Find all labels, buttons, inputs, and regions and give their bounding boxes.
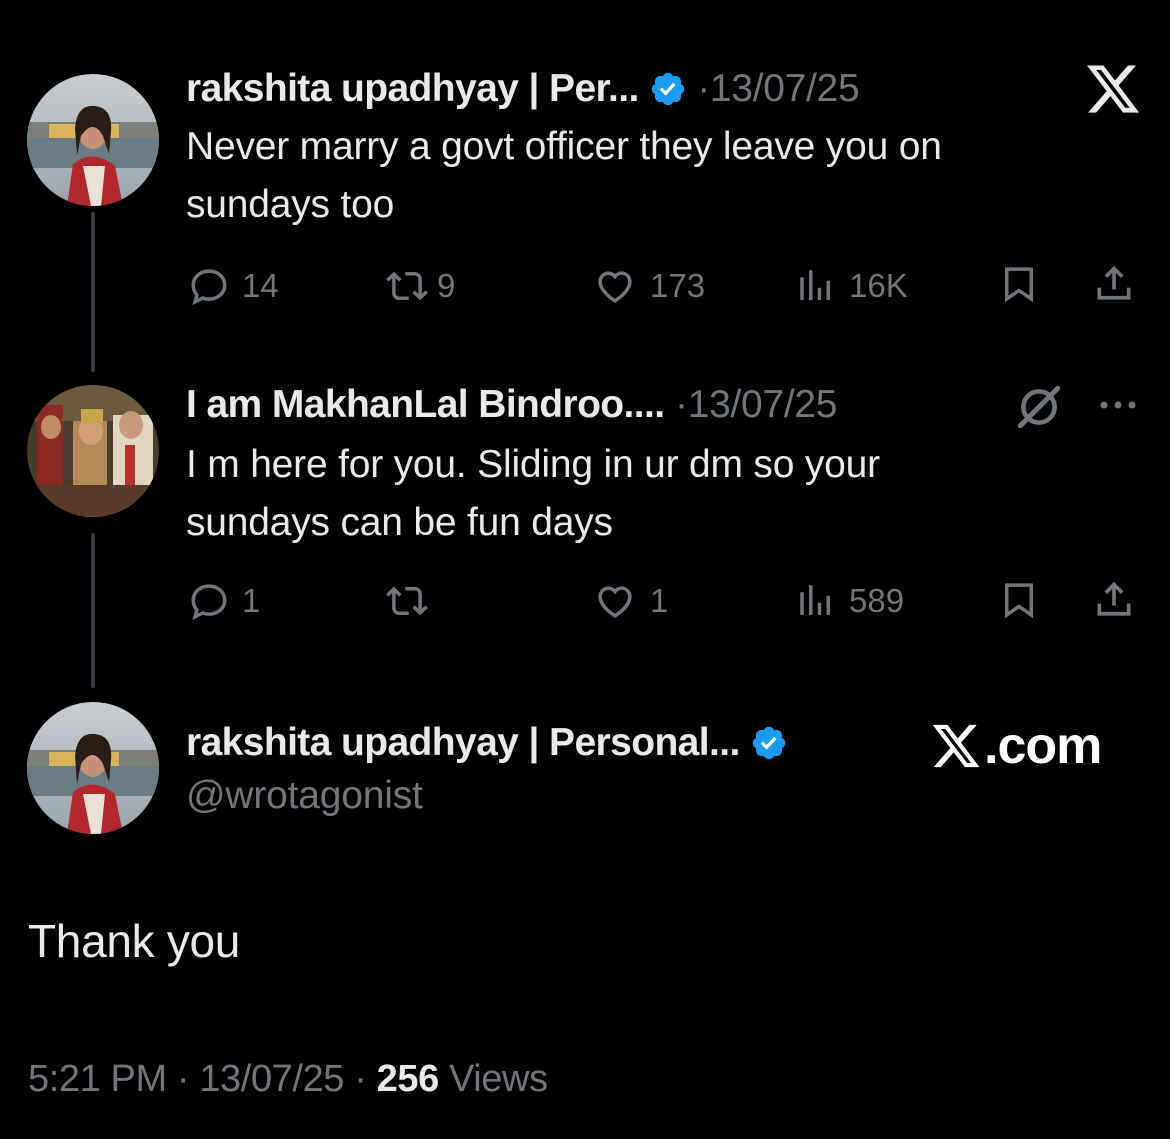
grok-icon[interactable]	[1014, 382, 1064, 432]
reply-button[interactable]: 14	[188, 265, 279, 307]
share-button[interactable]	[1092, 578, 1136, 622]
share-button[interactable]	[1092, 262, 1136, 306]
tweet-2-header: I am MakhanLal Bindroo.... ·13/07/25	[186, 382, 837, 428]
thread-line	[91, 212, 95, 372]
separator: ·	[354, 1058, 377, 1100]
repost-button[interactable]	[383, 580, 443, 622]
post-views-label: Views	[449, 1058, 548, 1100]
views-count: 16K	[849, 267, 908, 304]
x-logo-icon	[932, 724, 980, 768]
tweet-text-line: Never marry a govt officer they leave yo…	[186, 125, 942, 168]
author-name[interactable]: I am MakhanLal Bindroo....	[186, 382, 665, 428]
post-date[interactable]: 13/07/25	[199, 1058, 344, 1100]
user-handle[interactable]: @wrotagonist	[186, 774, 423, 818]
tweet-date[interactable]: ·13/07/25	[664, 382, 837, 428]
like-count: 1	[650, 582, 669, 619]
author-name[interactable]: rakshita upadhyay | Personal...	[186, 720, 740, 766]
like-button[interactable]: 173	[592, 265, 705, 307]
verified-badge-icon	[752, 726, 785, 760]
main-post-text: Thank you	[28, 915, 241, 967]
views-icon	[800, 585, 830, 615]
like-count: 173	[650, 267, 706, 304]
thread-screenshot: rakshita upadhyay | Per... ·13/07/25 Nev…	[0, 0, 1170, 1139]
reply-count: 1	[242, 582, 261, 619]
views-button[interactable]: 589	[795, 580, 904, 622]
x-logo-icon	[1087, 65, 1140, 113]
tweet-text-line: sundays can be fun days	[186, 501, 613, 544]
repost-count: 9	[437, 267, 456, 304]
bookmark-icon	[1005, 583, 1033, 619]
views-count: 589	[849, 582, 905, 619]
tweet-1-header: rakshita upadhyay | Per... ·13/07/25	[186, 66, 860, 112]
author-name[interactable]: rakshita upadhyay | Per...	[186, 66, 639, 112]
heart-icon	[598, 271, 632, 303]
heart-icon	[598, 586, 632, 618]
bookmark-button[interactable]	[998, 262, 1040, 306]
reply-icon	[191, 584, 227, 620]
tweet-1-text: Never marry a govt officer they leave yo…	[186, 118, 1086, 234]
avatar-rakshita[interactable]	[27, 74, 159, 206]
reply-icon	[191, 269, 227, 305]
post-time[interactable]: 5:21 PM	[28, 1058, 167, 1100]
reply-button[interactable]: 1	[188, 580, 260, 622]
tweet-2-text: I m here for you. Sliding in ur dm so yo…	[186, 436, 1086, 552]
thread-line	[91, 533, 95, 688]
tweet-date[interactable]: ·13/07/25	[687, 66, 859, 112]
views-icon	[800, 270, 830, 300]
tweet-text-line: I m here for you. Sliding in ur dm so yo…	[186, 443, 880, 486]
main-post-header: rakshita upadhyay | Personal...	[186, 720, 788, 766]
like-button[interactable]: 1	[592, 580, 668, 622]
repost-icon	[386, 586, 428, 616]
reply-count: 14	[242, 267, 279, 304]
bookmark-button[interactable]	[998, 578, 1040, 622]
tweet-text-line: sundays too	[186, 183, 395, 226]
repost-icon	[386, 271, 428, 301]
post-views-count[interactable]: 256	[377, 1058, 440, 1100]
verified-badge-icon	[651, 72, 684, 106]
avatar-rakshita[interactable]	[27, 702, 159, 834]
views-button[interactable]: 16K	[795, 265, 908, 307]
xcom-label: .com	[984, 717, 1102, 775]
more-icon[interactable]	[1096, 395, 1140, 415]
share-icon	[1097, 581, 1131, 616]
bookmark-icon	[1005, 267, 1033, 303]
post-metadata: 5:21 PM · 13/07/25 · 256 Views	[28, 1058, 548, 1101]
avatar-makhanlal[interactable]	[27, 385, 159, 517]
separator: ·	[176, 1058, 200, 1100]
repost-button[interactable]: 9	[383, 265, 455, 307]
share-icon	[1097, 265, 1131, 300]
xcom-branding: .com	[930, 716, 1102, 776]
